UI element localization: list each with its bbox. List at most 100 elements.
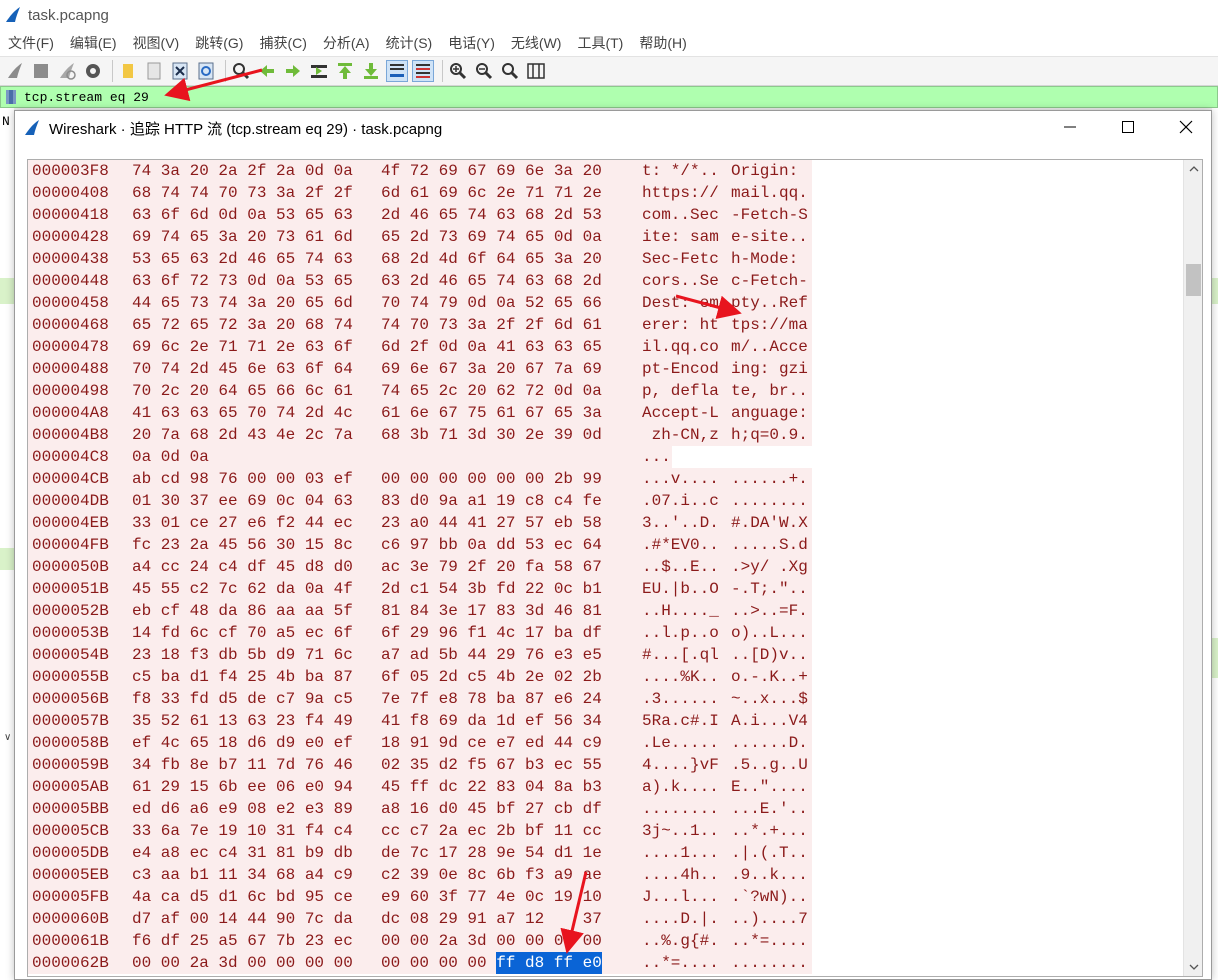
ascii-group-1: 5Ra.c#.I [642,712,719,730]
hex-bytes-group-2: dc 08 29 91 a7 12 [381,910,554,928]
menu-analyze[interactable]: 分析(A) [315,33,378,53]
ascii-group-1: cors..Se [642,272,719,290]
hex-bytes-group-1: e4 a8 ec c4 31 81 b9 db [132,844,353,862]
hex-bytes-group-2: c2 39 0e 8c 6b f3 a9 ae [381,866,602,884]
hex-bytes-group-1: 33 6a 7e 19 10 31 f4 c4 [132,822,353,840]
hex-bytes-group-2: de 7c 17 28 9e 54 d1 1e [381,844,602,862]
menu-go[interactable]: 跳转(G) [187,33,251,53]
menu-view[interactable]: 视图(V) [125,33,188,53]
ascii-group-1: .Le..... [642,734,719,752]
hex-bytes-group-1: f6 df 25 a5 67 7b 23 ec [132,932,353,950]
go-back-icon[interactable] [256,60,278,82]
hex-bytes-group-2: 00 00 00 00 00 00 2b 99 [381,470,602,488]
hex-offset: 000004DB [32,492,109,510]
close-button[interactable] [1157,111,1215,143]
first-packet-icon[interactable] [334,60,356,82]
bookmark-icon[interactable] [4,89,18,105]
colorize-icon[interactable] [412,60,434,82]
ascii-group-1: .3...... [642,690,719,708]
hex-dump-row: 000004FB fc 23 2a 45 56 30 15 8c c6 97 bb … [28,534,1183,556]
ascii-group-2: o)..L... [731,624,808,642]
hex-offset: 0000050B [32,558,109,576]
ascii-group-1: https:// [642,184,719,202]
hex-bytes-group-1: 44 65 73 74 3a 20 65 6d [132,294,353,312]
packet-list-column-header: N [2,114,10,129]
shark-start-icon[interactable] [4,60,26,82]
go-to-packet-icon[interactable] [308,60,330,82]
hex-bytes-group-1: 14 fd 6c cf 70 a5 ec 6f [132,624,353,642]
menu-tools[interactable]: 工具(T) [569,33,631,53]
hex-dump-row: 0000055B c5 ba d1 f4 25 4b ba 87 6f 05 2d … [28,666,1183,688]
hex-dump-row: 000005AB 61 29 15 6b ee 06 e0 94 45 ff dc … [28,776,1183,798]
hex-dump-row: 000005BB ed d6 a6 e9 08 e2 e3 89 a8 16 d0 … [28,798,1183,820]
maximize-button[interactable] [1099,111,1157,143]
options-gear-icon[interactable] [82,60,104,82]
packet-list-background: N ∨ [0,108,14,980]
hex-dump-row: 00000488 70 74 2d 45 6e 63 6f 64 69 6e 67 … [28,358,1183,380]
minimize-button[interactable] [1041,111,1099,143]
packet-row-highlight [0,548,14,570]
hex-offset: 00000448 [32,272,109,290]
stop-icon[interactable] [30,60,52,82]
ascii-group-1: ..H...._ [642,602,719,620]
hex-offset: 0000056B [32,690,109,708]
hex-dump-row: 00000438 53 65 63 2d 46 65 74 63 68 2d 4d … [28,248,1183,270]
reload-icon[interactable] [195,60,217,82]
hex-offset: 00000428 [32,228,109,246]
zoom-normal-icon[interactable] [499,60,521,82]
vertical-scrollbar[interactable] [1183,160,1202,976]
menu-edit[interactable]: 编辑(E) [62,33,125,53]
menu-wireless[interactable]: 无线(W) [503,33,570,53]
file-icon[interactable] [143,60,165,82]
hex-bytes-group-2: 6f 05 2d c5 4b 2e 02 2b [381,668,602,686]
open-folder-icon[interactable] [117,60,139,82]
menu-bar: 文件(F) 编辑(E) 视图(V) 跳转(G) 捕获(C) 分析(A) 统计(S… [0,30,1218,56]
hex-bytes-group-1: c3 aa b1 11 34 68 a4 c9 [132,866,353,884]
menu-statistics[interactable]: 统计(S) [378,33,441,53]
hex-bytes-group-1: 20 7a 68 2d 43 4e 2c 7a [132,426,353,444]
hex-dump-row: 00000418 63 6f 6d 0d 0a 53 65 63 2d 46 65 … [28,204,1183,226]
menu-help[interactable]: 帮助(H) [631,33,694,53]
menu-telephony[interactable]: 电话(Y) [440,33,503,53]
close-file-icon[interactable] [169,60,191,82]
autoscroll-icon[interactable] [386,60,408,82]
last-packet-icon[interactable] [360,60,382,82]
restart-icon[interactable] [56,60,78,82]
ascii-group-2: ..[D)v.. [731,646,808,664]
zoom-in-icon[interactable] [447,60,469,82]
menu-file[interactable]: 文件(F) [0,33,62,53]
hex-offset: 0000054B [32,646,109,664]
hex-bytes-group-1: f8 33 fd d5 de c7 9a c5 [132,690,353,708]
ascii-group-1: ..$..E.. [642,558,719,576]
follow-http-stream-dialog: Wireshark · 追踪 HTTP 流 (tcp.stream eq 29)… [14,110,1212,980]
hex-dump-row: 0000053B 14 fd 6c cf 70 a5 ec 6f 6f 29 96 … [28,622,1183,644]
ascii-group-1: com..Sec [642,206,719,224]
ascii-group-2: .`?wN).. [731,888,808,906]
hex-bytes-group-1: 53 65 63 2d 46 65 74 63 [132,250,353,268]
hex-dump-row: 00000498 70 2c 20 64 65 66 6c 61 74 65 2c … [28,380,1183,402]
zoom-out-icon[interactable] [473,60,495,82]
hex-bytes-group-2: 70 74 79 0d 0a 52 65 66 [381,294,602,312]
display-filter-input[interactable]: tcp.stream eq 29 [24,90,149,105]
hex-offset: 000004A8 [32,404,109,422]
stream-content-view[interactable]: 000003F8 74 3a 20 2a 2f 2a 0d 0a 4f 72 69 … [27,159,1203,977]
ascii-group-1: 3j~..1.. [642,822,719,840]
selected-bytes[interactable]: ff d8 ff e0 [496,952,602,974]
menu-capture[interactable]: 捕获(C) [251,33,314,53]
ascii-group-2: o.-.K..+ [731,668,808,686]
hex-bytes-group-2: a7 ad 5b 44 29 76 e3 e5 [381,646,602,664]
go-forward-icon[interactable] [282,60,304,82]
scroll-down-icon[interactable] [1184,958,1202,976]
app-title-bar: task.pcapng [0,0,1218,30]
resize-columns-icon[interactable] [525,60,547,82]
ascii-group-1: pt-Encod [642,360,719,378]
ascii-group-1: ........ [642,800,719,818]
hex-bytes-group-2: a8 16 d0 45 bf 27 cb df [381,800,602,818]
scroll-up-icon[interactable] [1184,160,1202,178]
hex-dump-row: 000004A8 41 63 63 65 70 74 2d 4c 61 6e 67 … [28,402,1183,424]
ascii-group-1: a).k.... [642,778,719,796]
scrollbar-thumb[interactable] [1186,264,1201,296]
ascii-group-2: #.DA'W.X [731,514,808,532]
hex-dump-row: 000005EB c3 aa b1 11 34 68 a4 c9 c2 39 0e … [28,864,1183,886]
find-icon[interactable] [230,60,252,82]
